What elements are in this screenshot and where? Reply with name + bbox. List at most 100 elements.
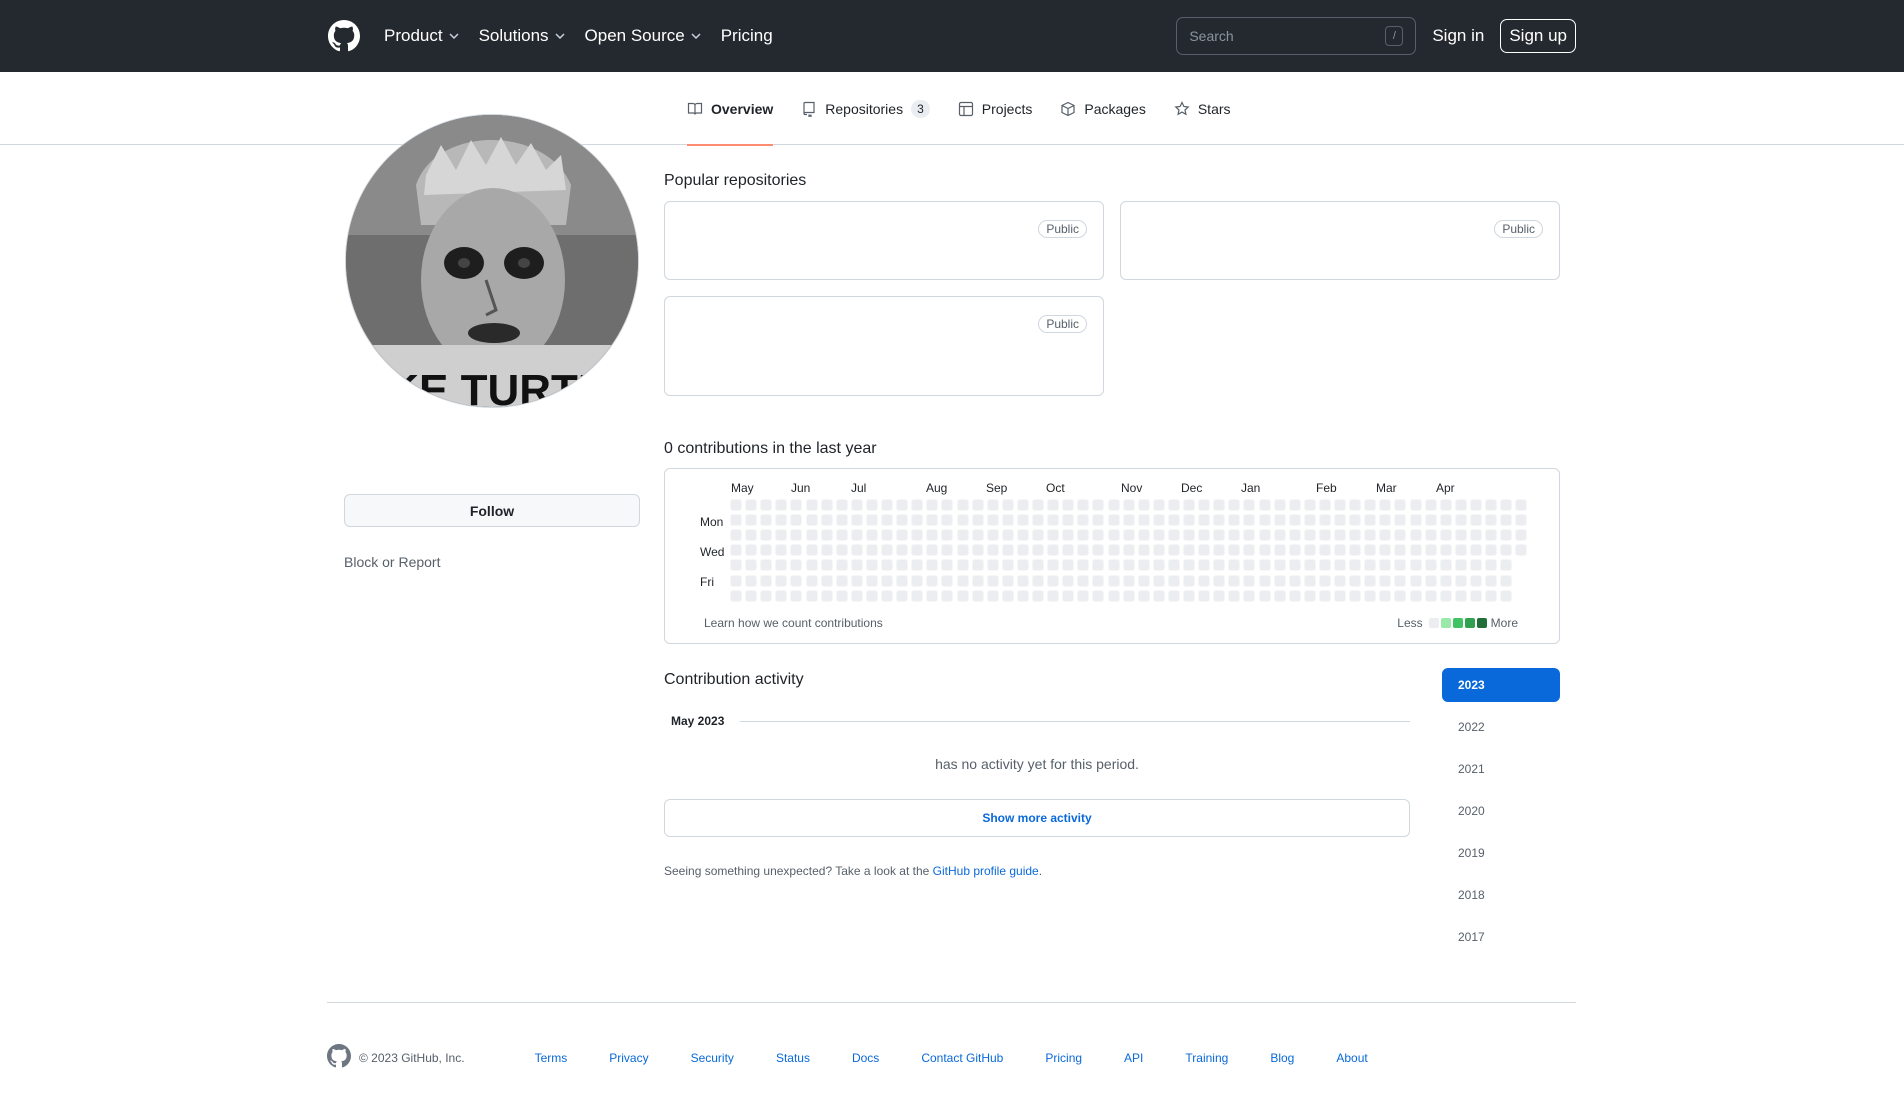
contribution-day-cell[interactable] (1137, 499, 1150, 511)
contribution-day-cell[interactable] (1349, 544, 1362, 557)
contribution-day-cell[interactable] (1409, 544, 1422, 557)
contribution-day-cell[interactable] (1318, 544, 1331, 557)
contribution-day-cell[interactable] (881, 529, 893, 542)
contribution-day-cell[interactable] (775, 529, 788, 542)
contribution-day-cell[interactable] (835, 514, 848, 527)
contribution-day-cell[interactable] (1379, 574, 1392, 587)
contribution-day-cell[interactable] (1016, 514, 1029, 527)
contribution-day-cell[interactable] (911, 559, 924, 572)
contribution-day-cell[interactable] (1183, 514, 1195, 527)
contribution-day-cell[interactable] (865, 544, 878, 557)
contribution-day-cell[interactable] (865, 514, 878, 527)
contribution-day-cell[interactable] (1152, 514, 1165, 527)
contribution-day-cell[interactable] (1469, 559, 1482, 572)
contribution-day-cell[interactable] (1303, 544, 1316, 557)
contribution-day-cell[interactable] (1062, 499, 1075, 511)
contribution-day-cell[interactable] (805, 529, 818, 542)
contribution-day-cell[interactable] (805, 514, 818, 527)
contribution-day-cell[interactable] (1364, 574, 1377, 587)
contribution-day-cell[interactable] (1424, 574, 1437, 587)
contribution-day-cell[interactable] (1243, 574, 1256, 587)
contribution-day-cell[interactable] (1273, 544, 1286, 557)
contribution-day-cell[interactable] (1016, 499, 1029, 511)
contribution-day-cell[interactable] (1500, 529, 1513, 542)
contribution-day-cell[interactable] (941, 544, 954, 557)
contribution-day-cell[interactable] (1364, 559, 1377, 572)
footer-link-blog[interactable]: Blog (1270, 1051, 1294, 1065)
contribution-day-cell[interactable] (1394, 574, 1407, 587)
contribution-day-cell[interactable] (1137, 514, 1150, 527)
contribution-day-cell[interactable] (835, 589, 848, 602)
contribution-day-cell[interactable] (1409, 499, 1422, 511)
contribution-day-cell[interactable] (1258, 529, 1271, 542)
contribution-day-cell[interactable] (1409, 514, 1422, 527)
contribution-day-cell[interactable] (1515, 529, 1528, 542)
contribution-day-cell[interactable] (1288, 529, 1301, 542)
contribution-day-cell[interactable] (1409, 574, 1422, 587)
contribution-day-cell[interactable] (1349, 589, 1362, 602)
contribution-day-cell[interactable] (850, 499, 863, 511)
contribution-day-cell[interactable] (1273, 589, 1286, 602)
contribution-day-cell[interactable] (1077, 514, 1090, 527)
contribution-day-cell[interactable] (881, 589, 893, 602)
contribution-day-cell[interactable] (1213, 559, 1226, 572)
contribution-day-cell[interactable] (1001, 514, 1014, 527)
contribution-day-cell[interactable] (760, 529, 773, 542)
contribution-day-cell[interactable] (775, 514, 788, 527)
contribution-day-cell[interactable] (1122, 589, 1135, 602)
contribution-day-cell[interactable] (941, 574, 954, 587)
contribution-day-cell[interactable] (745, 529, 758, 542)
contribution-day-cell[interactable] (1334, 574, 1346, 587)
year-2021[interactable]: 2021 (1442, 752, 1560, 786)
contribution-day-cell[interactable] (1092, 559, 1105, 572)
contribution-day-cell[interactable] (1198, 529, 1211, 542)
github-mark-icon[interactable] (327, 1044, 351, 1071)
contribution-day-cell[interactable] (775, 499, 788, 511)
contribution-day-cell[interactable] (926, 544, 939, 557)
contribution-day-cell[interactable] (1454, 514, 1467, 527)
contribution-day-cell[interactable] (986, 529, 999, 542)
contribution-day-cell[interactable] (1349, 559, 1362, 572)
contribution-day-cell[interactable] (835, 559, 848, 572)
contribution-day-cell[interactable] (1318, 589, 1331, 602)
contribution-day-cell[interactable] (1047, 529, 1060, 542)
contribution-day-cell[interactable] (1167, 559, 1180, 572)
contribution-day-cell[interactable] (730, 589, 742, 602)
contribution-day-cell[interactable] (1137, 529, 1150, 542)
contribution-day-cell[interactable] (1047, 559, 1060, 572)
contribution-day-cell[interactable] (1454, 574, 1467, 587)
contribution-day-cell[interactable] (911, 574, 924, 587)
contribution-day-cell[interactable] (1047, 499, 1060, 511)
contribution-day-cell[interactable] (956, 529, 969, 542)
footer-link-pricing[interactable]: Pricing (1045, 1051, 1082, 1065)
contribution-day-cell[interactable] (1077, 559, 1090, 572)
footer-link-api[interactable]: API (1124, 1051, 1143, 1065)
tab-stars[interactable]: Stars (1160, 72, 1245, 145)
contribution-day-cell[interactable] (971, 589, 984, 602)
contribution-day-cell[interactable] (1288, 544, 1301, 557)
contribution-day-cell[interactable] (1137, 544, 1150, 557)
contribution-day-cell[interactable] (820, 529, 833, 542)
contribution-day-cell[interactable] (986, 544, 999, 557)
contribution-day-cell[interactable] (1379, 544, 1392, 557)
contribution-day-cell[interactable] (1167, 514, 1180, 527)
contribution-day-cell[interactable] (1273, 499, 1286, 511)
year-2020[interactable]: 2020 (1442, 794, 1560, 828)
contribution-day-cell[interactable] (835, 574, 848, 587)
contribution-day-cell[interactable] (1500, 499, 1513, 511)
contribution-day-cell[interactable] (911, 589, 924, 602)
contribution-day-cell[interactable] (941, 559, 954, 572)
contribution-day-cell[interactable] (926, 514, 939, 527)
contribution-day-cell[interactable] (1469, 589, 1482, 602)
contribution-day-cell[interactable] (745, 559, 758, 572)
contribution-day-cell[interactable] (881, 574, 893, 587)
contribution-day-cell[interactable] (1303, 589, 1316, 602)
contribution-day-cell[interactable] (850, 529, 863, 542)
contribution-day-cell[interactable] (1515, 499, 1528, 511)
contribution-day-cell[interactable] (1228, 544, 1241, 557)
contribution-day-cell[interactable] (1243, 499, 1256, 511)
contribution-day-cell[interactable] (941, 589, 954, 602)
contribution-day-cell[interactable] (1303, 574, 1316, 587)
block-or-report-link[interactable]: Block or Report (344, 554, 440, 570)
github-logo-icon[interactable] (327, 20, 360, 53)
